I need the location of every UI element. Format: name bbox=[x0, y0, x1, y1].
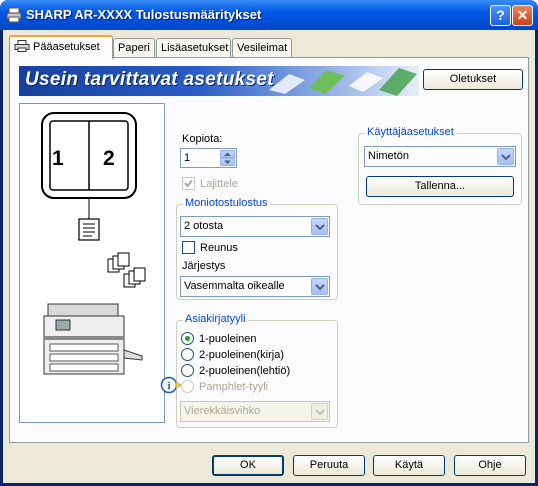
arrow-up-icon bbox=[224, 152, 231, 156]
tab-label: Vesileimat bbox=[237, 42, 288, 54]
chevron-down-icon bbox=[315, 284, 325, 291]
order-select[interactable]: Vasemmalta oikealle bbox=[180, 276, 330, 297]
radio-pamphlet[interactable] bbox=[181, 380, 194, 393]
order-label: Järjestys bbox=[182, 260, 226, 272]
tab-advanced[interactable]: Lisäasetukset bbox=[156, 38, 231, 58]
user-settings-title: Käyttäjäasetukset bbox=[365, 126, 456, 138]
nup-group-title: Moniotostulostus bbox=[183, 197, 270, 209]
dialog-client-area: Pääasetukset Paperi Lisäasetukset Vesile… bbox=[3, 30, 535, 483]
radio-one-sided-label: 1-puoleinen bbox=[199, 333, 257, 345]
tab-panel: Usein tarvittavat asetukset Oletukset 1 … bbox=[9, 57, 529, 443]
chevron-down-icon bbox=[501, 154, 511, 161]
banner-title: Usein tarvittavat asetukset bbox=[25, 69, 274, 90]
border-label: Reunus bbox=[200, 242, 238, 254]
dropdown-button[interactable] bbox=[311, 218, 328, 235]
radio-two-sided-book[interactable] bbox=[181, 348, 194, 361]
tab-label: Paperi bbox=[118, 42, 150, 54]
close-button[interactable]: ✕ bbox=[512, 5, 533, 26]
user-settings-select[interactable]: Nimetön bbox=[364, 146, 516, 167]
tab-label: Pääasetukset bbox=[33, 41, 100, 53]
print-preview: 1 2 bbox=[19, 103, 165, 423]
spin-up-button[interactable] bbox=[220, 150, 235, 158]
printer-app-icon bbox=[6, 7, 22, 23]
chevron-down-icon bbox=[315, 224, 325, 231]
info-icon[interactable]: i bbox=[160, 376, 182, 394]
tab-label: Lisäasetukset bbox=[161, 42, 229, 54]
checkmark-icon bbox=[184, 179, 193, 188]
copies-label: Kopiota: bbox=[182, 133, 223, 145]
nup-value: 2 otosta bbox=[184, 220, 224, 232]
settings-banner: Usein tarvittavat asetukset bbox=[19, 66, 419, 96]
tab-paper[interactable]: Paperi bbox=[113, 38, 155, 58]
nup-select[interactable]: 2 otosta bbox=[180, 216, 330, 237]
apply-button[interactable]: Käytä bbox=[373, 455, 445, 476]
window-title: SHARP AR-XXXX Tulostusmääritykset bbox=[26, 7, 262, 22]
document-style-title: Asiakirjatyyli bbox=[183, 313, 248, 325]
dropdown-button[interactable] bbox=[497, 148, 514, 165]
spin-down-button[interactable] bbox=[220, 158, 235, 166]
user-settings-value: Nimetön bbox=[368, 150, 409, 162]
collate-label: Lajittele bbox=[200, 178, 238, 190]
title-bar[interactable]: SHARP AR-XXXX Tulostusmääritykset ? ✕ bbox=[0, 0, 538, 30]
page-number-1: 1 bbox=[52, 147, 64, 170]
radio-pamphlet-label: Pamphlet-tyyli bbox=[199, 381, 269, 393]
preview-illustration bbox=[41, 112, 146, 375]
chevron-down-icon bbox=[315, 409, 325, 416]
radio-two-sided-tablet[interactable] bbox=[181, 364, 194, 377]
copies-spinner[interactable]: 1 bbox=[180, 148, 237, 168]
help-title-button[interactable]: ? bbox=[490, 5, 511, 26]
page-number-2: 2 bbox=[103, 147, 115, 170]
border-checkbox[interactable] bbox=[182, 241, 195, 254]
copies-value: 1 bbox=[184, 152, 191, 164]
copier-machine-icon bbox=[43, 303, 143, 375]
radio-two-sided-book-label: 2-puoleinen(kirja) bbox=[199, 349, 284, 361]
printer-icon bbox=[14, 40, 30, 52]
cancel-button[interactable]: Peruuta bbox=[293, 455, 365, 476]
svg-text:i: i bbox=[167, 380, 170, 392]
tab-main-settings[interactable]: Pääasetukset bbox=[9, 35, 113, 59]
radio-one-sided[interactable] bbox=[181, 332, 194, 345]
pamphlet-value: Vierekkäisvihko bbox=[184, 405, 261, 417]
arrow-down-icon bbox=[224, 160, 231, 164]
tab-watermarks[interactable]: Vesileimat bbox=[232, 38, 292, 58]
output-stack-icon bbox=[107, 252, 146, 288]
radio-two-sided-tablet-label: 2-puoleinen(lehtiö) bbox=[199, 365, 291, 377]
dropdown-button[interactable] bbox=[311, 403, 328, 420]
collate-checkbox[interactable] bbox=[182, 177, 195, 190]
pamphlet-select[interactable]: Vierekkäisvihko bbox=[180, 401, 330, 422]
ok-button[interactable]: OK bbox=[212, 455, 284, 476]
defaults-button[interactable]: Oletukset bbox=[423, 69, 523, 90]
order-value: Vasemmalta oikealle bbox=[184, 280, 285, 292]
banner-decoration-icon bbox=[269, 68, 417, 96]
save-settings-button[interactable]: Tallenna... bbox=[366, 176, 514, 197]
dropdown-button[interactable] bbox=[311, 278, 328, 295]
dialog-window: SHARP AR-XXXX Tulostusmääritykset ? ✕ Pä… bbox=[0, 0, 538, 486]
help-button[interactable]: Ohje bbox=[454, 455, 526, 476]
